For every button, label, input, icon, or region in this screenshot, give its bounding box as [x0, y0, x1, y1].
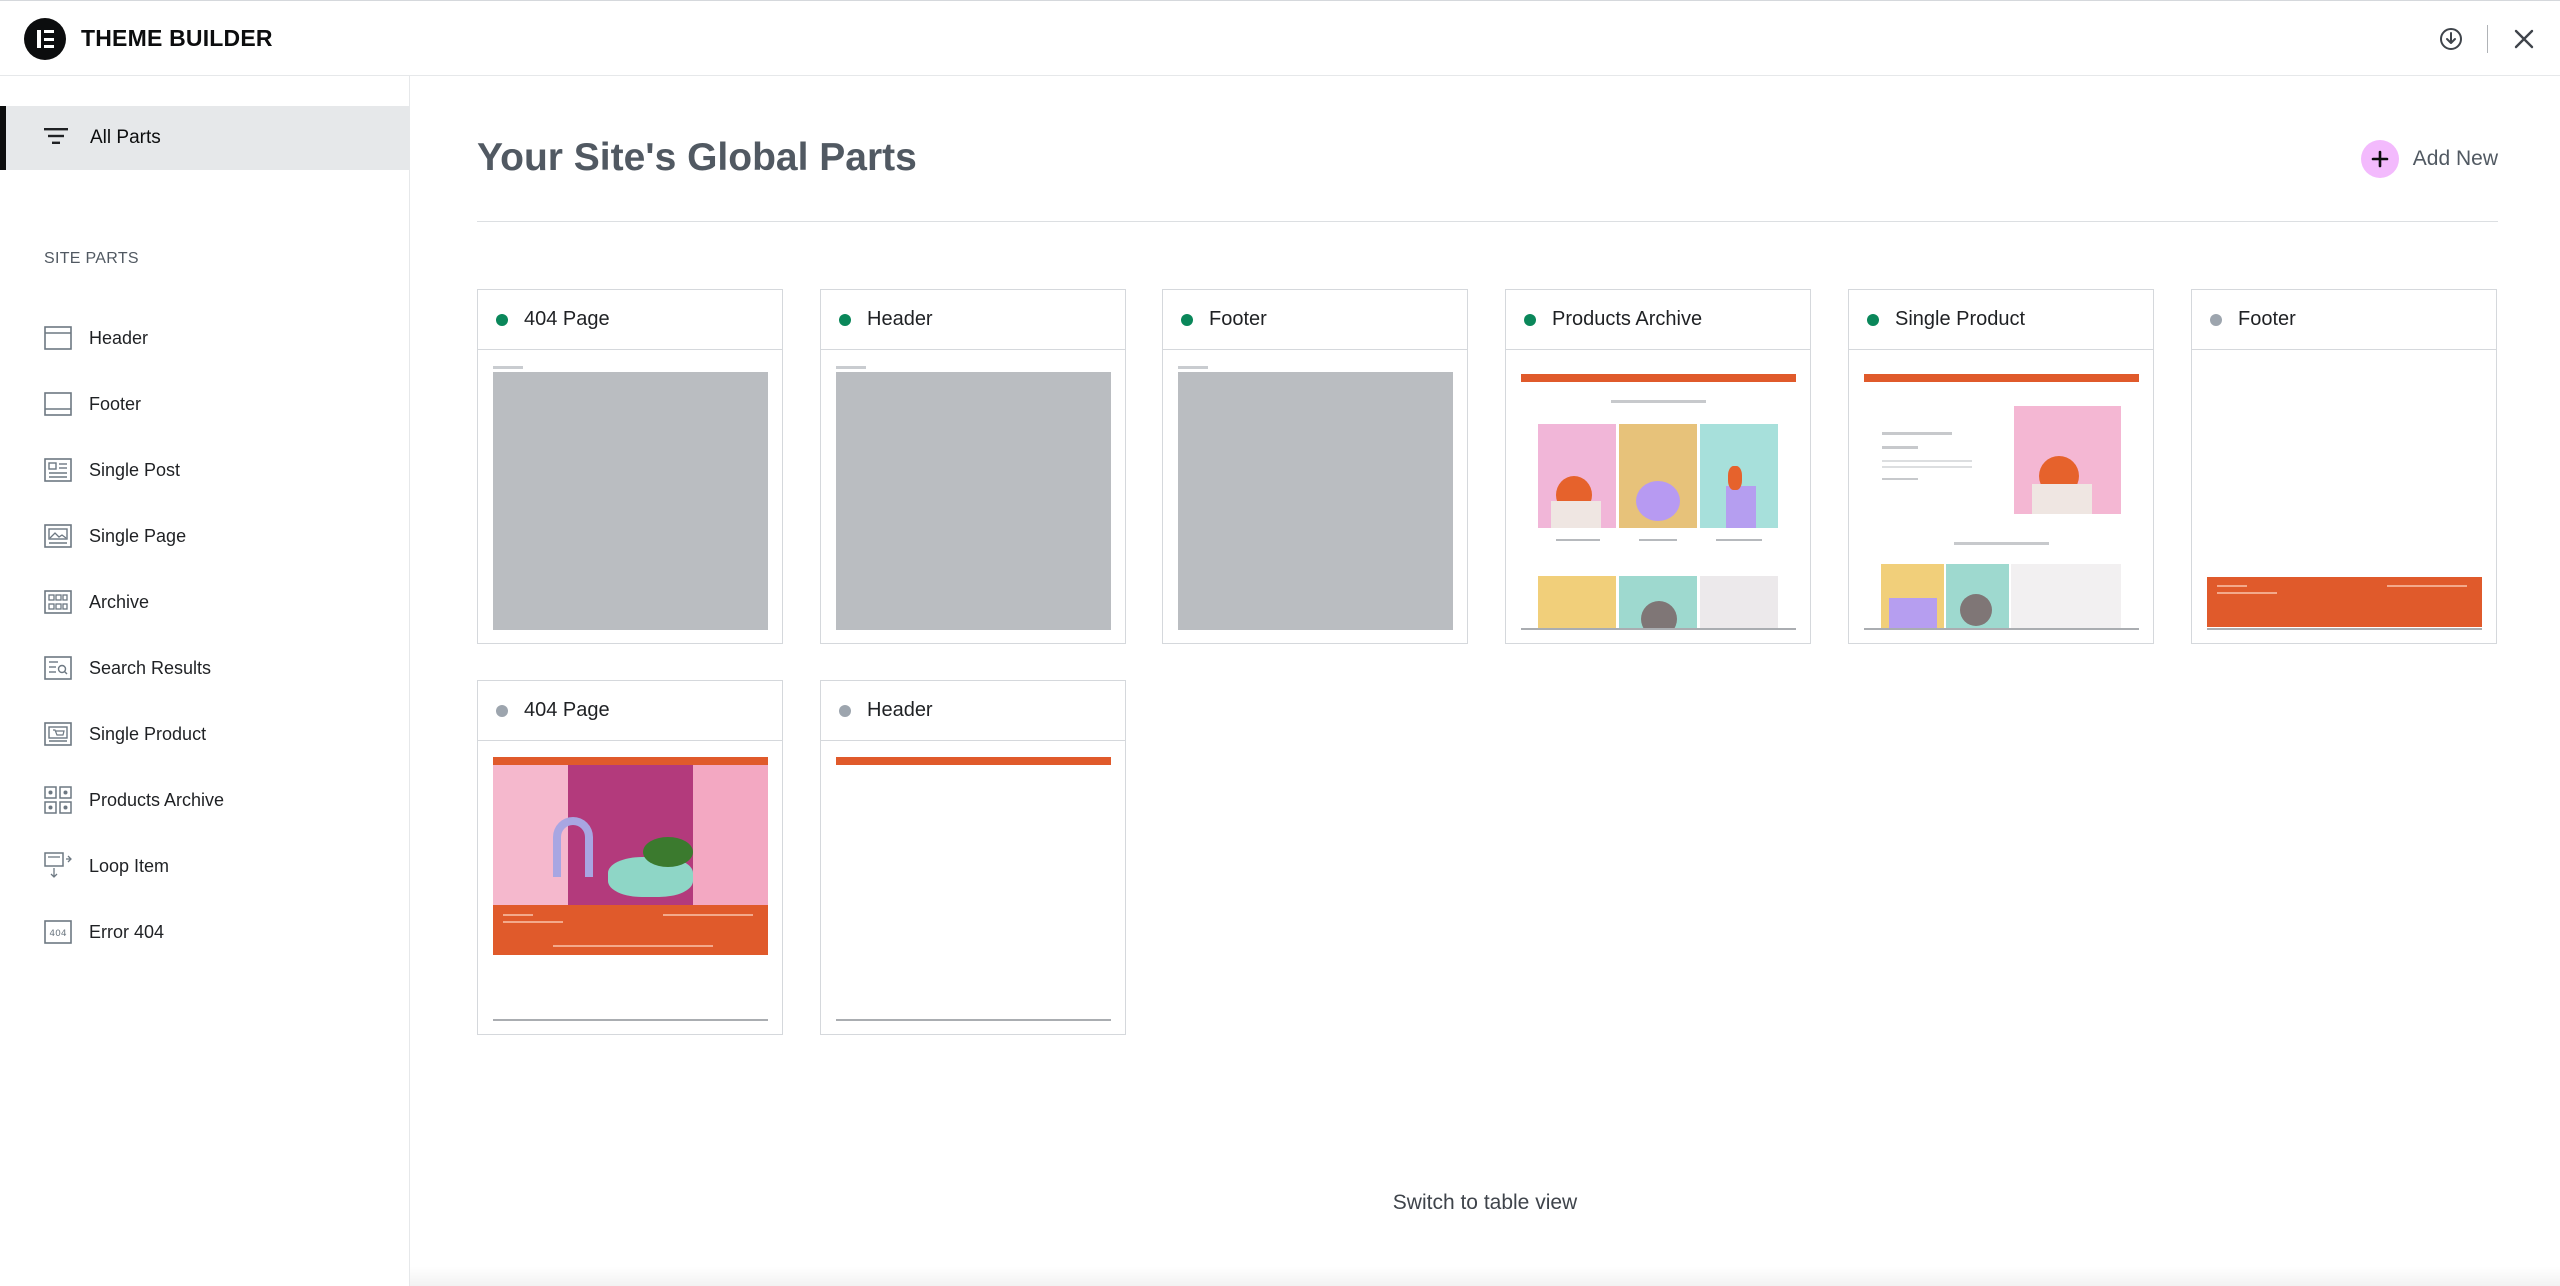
template-card-header[interactable]: Header	[820, 289, 1126, 644]
sidebar-item-label: Single Product	[89, 723, 207, 744]
title-divider	[477, 221, 2498, 222]
single-post-icon	[44, 457, 72, 483]
sidebar-item-header[interactable]: Header	[44, 320, 148, 356]
card-thumbnail	[2207, 366, 2482, 630]
template-card-404-page-draft[interactable]: 404 Page	[477, 680, 783, 1035]
card-thumbnail	[836, 366, 1111, 630]
status-dot-active	[839, 313, 851, 326]
card-title: 404 Page	[524, 699, 610, 721]
loop-item-icon	[44, 852, 72, 879]
svg-text:404: 404	[49, 929, 66, 939]
sidebar-item-products-archive[interactable]: Products Archive	[44, 782, 224, 818]
card-thumbnail	[1178, 366, 1453, 630]
sidebar-item-single-product[interactable]: Single Product	[44, 716, 206, 752]
template-card-single-product[interactable]: Single Product	[1848, 289, 2154, 644]
toolbar-divider	[2487, 25, 2488, 53]
sidebar: All Parts SITE PARTS Header Footer Singl…	[0, 76, 410, 1286]
sidebar-item-footer[interactable]: Footer	[44, 386, 141, 422]
card-title: Footer	[2238, 308, 2296, 330]
sidebar-item-label: Loop Item	[89, 855, 170, 876]
status-dot-draft	[839, 704, 851, 717]
sidebar-item-label: Products Archive	[89, 789, 225, 810]
card-thumbnail	[836, 757, 1111, 1021]
sidebar-item-single-post[interactable]: Single Post	[44, 452, 180, 488]
close-icon[interactable]	[2508, 23, 2540, 55]
add-new-button[interactable]: Add New	[2360, 140, 2498, 178]
template-card-404-page[interactable]: 404 Page	[477, 289, 783, 644]
status-dot-active	[1524, 313, 1536, 326]
error-404-icon: 404	[44, 919, 72, 945]
template-card-products-archive[interactable]: Products Archive	[1505, 289, 1811, 644]
sidebar-item-label: Search Results	[89, 657, 212, 678]
status-dot-active	[496, 313, 508, 326]
status-dot-active	[1867, 313, 1879, 326]
template-card-footer-draft[interactable]: Footer	[2191, 289, 2497, 644]
sidebar-item-label: All Parts	[90, 127, 161, 148]
header-icon	[44, 325, 72, 351]
card-thumbnail	[1521, 366, 1796, 630]
single-page-icon	[44, 523, 72, 549]
card-title: Header	[867, 699, 933, 721]
status-dot-draft	[2210, 313, 2222, 326]
site-parts-heading: SITE PARTS	[44, 250, 139, 267]
sidebar-item-label: Error 404	[89, 921, 165, 942]
sidebar-item-label: Header	[89, 327, 149, 348]
archive-icon	[44, 589, 72, 615]
elementor-logo-icon	[24, 18, 66, 60]
sidebar-item-loop-item[interactable]: Loop Item	[44, 848, 169, 884]
app-title: THEME BUILDER	[81, 25, 273, 51]
card-title: Products Archive	[1552, 308, 1703, 330]
status-dot-active	[1181, 313, 1193, 326]
sidebar-item-search-results[interactable]: Search Results	[44, 650, 211, 686]
page-title: Your Site's Global Parts	[477, 136, 917, 179]
sidebar-item-label: Single Page	[89, 525, 187, 546]
search-results-icon	[44, 655, 72, 681]
products-archive-icon	[44, 786, 72, 814]
sidebar-item-label: Archive	[89, 591, 150, 612]
card-thumbnail	[493, 757, 768, 1021]
footer-icon	[44, 391, 72, 417]
single-product-icon	[44, 721, 72, 747]
card-title: 404 Page	[524, 308, 610, 330]
sidebar-item-label: Single Post	[89, 459, 181, 480]
download-icon[interactable]	[2435, 23, 2467, 55]
card-thumbnail	[1864, 366, 2139, 630]
template-card-footer[interactable]: Footer	[1162, 289, 1468, 644]
filter-icon	[44, 127, 68, 150]
add-new-label: Add New	[2412, 147, 2498, 170]
sidebar-item-all-parts[interactable]: All Parts	[0, 106, 410, 170]
template-card-header-draft[interactable]: Header	[820, 680, 1126, 1035]
status-dot-draft	[496, 704, 508, 717]
plus-icon	[2360, 140, 2399, 178]
switch-to-table-view-link[interactable]: Switch to table view	[410, 1191, 2560, 1215]
sidebar-item-error-404[interactable]: 404 Error 404	[44, 914, 164, 950]
card-thumbnail	[493, 366, 768, 630]
bottom-shadow	[410, 1266, 2560, 1286]
top-bar: THEME BUILDER	[0, 0, 2560, 76]
sidebar-item-label: Footer	[89, 393, 142, 414]
card-title: Header	[867, 308, 933, 330]
card-title: Footer	[1209, 308, 1267, 330]
main-content: Your Site's Global Parts Add New 404 Pag…	[410, 76, 2560, 1286]
sidebar-item-single-page[interactable]: Single Page	[44, 518, 186, 554]
sidebar-item-archive[interactable]: Archive	[44, 584, 149, 620]
card-title: Single Product	[1895, 308, 2026, 330]
